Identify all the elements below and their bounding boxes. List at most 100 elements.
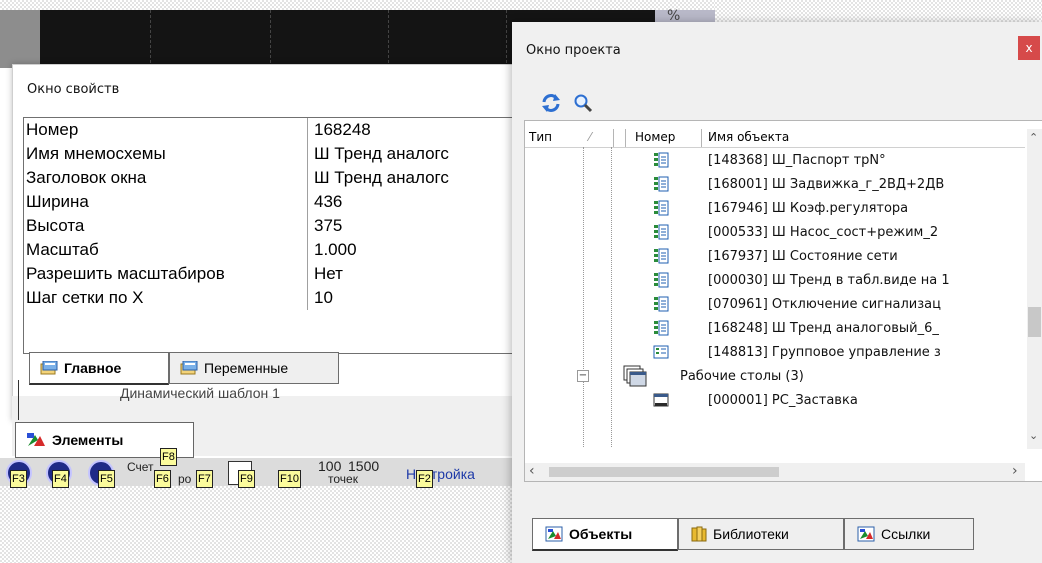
elements-icon	[27, 433, 45, 446]
property-name: Имя мнемосхемы	[24, 142, 308, 166]
property-value[interactable]: 436	[308, 190, 342, 214]
property-row[interactable]: Масштаб 1.000	[24, 238, 512, 262]
property-row[interactable]: Номер 168248	[24, 118, 512, 142]
refresh-icon[interactable]	[540, 92, 562, 114]
search-icon[interactable]	[572, 92, 594, 114]
properties-grid[interactable]: Номер 168248 Имя мнемосхемы Ш Тренд аналог…	[23, 117, 513, 354]
tab-libraries[interactable]: Библиотеки	[678, 518, 844, 550]
project-tabbar: Объекты Библиотеки Ссылки	[524, 518, 1042, 554]
column-type[interactable]: Тип	[529, 130, 552, 144]
elements-hint: Динамический шаблон 1	[120, 385, 280, 401]
property-name: Масштаб	[24, 238, 308, 262]
transparent-backdrop-right	[715, 0, 1042, 22]
tab-variables-label: Переменные	[204, 360, 289, 376]
property-value[interactable]: Нет	[308, 262, 343, 286]
property-row[interactable]: Высота 375	[24, 214, 512, 238]
points-label: точек	[328, 472, 358, 486]
collapse-icon[interactable]: −	[577, 370, 589, 382]
column-name[interactable]: Имя объекта	[708, 130, 789, 144]
column-separator	[701, 129, 702, 147]
property-name: Шаг сетки по X	[24, 286, 308, 310]
tab-elements-label: Элементы	[52, 432, 124, 448]
properties-window-title: Окно свойств	[27, 82, 120, 97]
tree-item[interactable]: [000030] Ш Тренд в табл.виде на 1	[525, 269, 1025, 293]
project-toolbar	[524, 86, 1042, 120]
tree-item[interactable]: [148813] Групповое управление з	[525, 341, 1025, 365]
property-value[interactable]: 168248	[308, 118, 371, 142]
elements-divider	[18, 380, 19, 420]
property-row[interactable]: Ширина 436	[24, 190, 512, 214]
tree-group[interactable]: − Рабочие столы (3)	[525, 365, 1025, 389]
tree-item[interactable]: [167937] Ш Состояние сети	[525, 245, 1025, 269]
project-tree[interactable]: Тип ⁄ Номер Имя объекта [148368] Ш_Паспо…	[524, 120, 1042, 482]
property-row[interactable]: Имя мнемосхемы Ш Тренд аналогс	[24, 142, 512, 166]
tree-item[interactable]: [000001] РС_Заставка	[525, 389, 1025, 413]
fkey-f8[interactable]: F8	[160, 448, 177, 466]
tree-item[interactable]: [070961] Отключение сигнализац	[525, 293, 1025, 317]
trend-gridline	[388, 10, 389, 68]
property-name: Номер	[24, 118, 308, 142]
property-name: Высота	[24, 214, 308, 238]
tree-item[interactable]: [168248] Ш Тренд аналоговый_6_	[525, 317, 1025, 341]
tree-group-label: Рабочие столы (3)	[680, 369, 804, 384]
fkey-f9[interactable]: F9	[238, 470, 255, 488]
mnemo-list-icon	[654, 248, 669, 264]
property-name: Разрешить масштабиров	[24, 262, 308, 286]
property-value[interactable]: 1.000	[308, 238, 357, 262]
tree-item[interactable]: [000533] Ш Насос_сост+режим_2	[525, 221, 1025, 245]
ro-label: ро	[178, 472, 192, 486]
tab-links[interactable]: Ссылки	[844, 518, 974, 550]
tab-links-label: Ссылки	[881, 526, 931, 542]
links-icon	[857, 526, 875, 542]
fkey-f10[interactable]: F10	[278, 470, 301, 488]
close-button[interactable]: x	[1018, 36, 1040, 60]
tree-item-label: [167946] Ш Коэф.регулятора	[708, 201, 909, 216]
column-separator	[613, 129, 614, 147]
fkey-f5[interactable]: F5	[98, 470, 115, 488]
tree-item[interactable]: [148368] Ш_Паспорт трN°	[525, 149, 1025, 173]
property-row[interactable]: Разрешить масштабиров Нет	[24, 262, 512, 286]
tree-item[interactable]: [167946] Ш Коэф.регулятора	[525, 197, 1025, 221]
tree-item-label: [000001] РС_Заставка	[708, 393, 858, 408]
tab-main[interactable]: Главное	[29, 352, 169, 385]
mnemo-list-icon	[654, 296, 669, 312]
property-row[interactable]: Шаг сетки по X 10	[24, 286, 512, 310]
property-value[interactable]: 375	[308, 214, 342, 238]
fkey-f6[interactable]: F6	[154, 470, 171, 488]
hscroll-thumb[interactable]	[549, 467, 779, 477]
desktops-folder-icon	[623, 365, 647, 387]
scroll-up-icon[interactable]: ⌃	[1029, 131, 1038, 144]
trend-gridline	[150, 10, 151, 68]
libraries-icon	[691, 526, 707, 542]
column-separator	[625, 129, 626, 147]
scroll-down-icon[interactable]: ⌄	[1029, 429, 1038, 442]
property-row[interactable]: Заголовок окна Ш Тренд аналогс	[24, 166, 512, 190]
vertical-scrollbar[interactable]: ⌃ ⌄	[1027, 129, 1042, 449]
scroll-left-icon[interactable]: ‹	[529, 463, 535, 479]
fkey-f7[interactable]: F7	[196, 470, 213, 488]
objects-icon	[545, 526, 563, 542]
fkey-f3[interactable]: F3	[10, 470, 27, 488]
trend-left-panel	[0, 10, 40, 68]
tab-variables[interactable]: Переменные	[169, 352, 339, 384]
fkey-f2[interactable]: F2	[416, 470, 433, 488]
project-window-title: Окно проекта	[526, 43, 621, 58]
mnemo-list-icon	[654, 320, 669, 336]
properties-icon	[40, 361, 58, 375]
tree-item[interactable]: [168001] Ш Задвижка_г_2ВД+2ДВ	[525, 173, 1025, 197]
project-window: Окно проекта x Тип ⁄ Номер Имя объекта […	[512, 22, 1042, 563]
tab-objects[interactable]: Объекты	[532, 518, 678, 551]
scroll-thumb[interactable]	[1028, 307, 1041, 337]
property-value[interactable]: Ш Тренд аналогс	[308, 166, 449, 190]
fkey-f4[interactable]: F4	[52, 470, 69, 488]
property-value[interactable]: Ш Тренд аналогс	[308, 142, 449, 166]
tab-main-label: Главное	[64, 360, 122, 376]
property-value[interactable]: 10	[308, 286, 333, 310]
horizontal-scrollbar[interactable]: ‹ ›	[525, 463, 1025, 481]
property-name: Ширина	[24, 190, 308, 214]
mnemo-list-icon	[654, 224, 669, 240]
trend-gridline	[506, 10, 507, 68]
column-number[interactable]: Номер	[635, 130, 675, 144]
tree-item-label: [070961] Отключение сигнализац	[708, 297, 941, 312]
scroll-right-icon[interactable]: ›	[1012, 463, 1018, 479]
